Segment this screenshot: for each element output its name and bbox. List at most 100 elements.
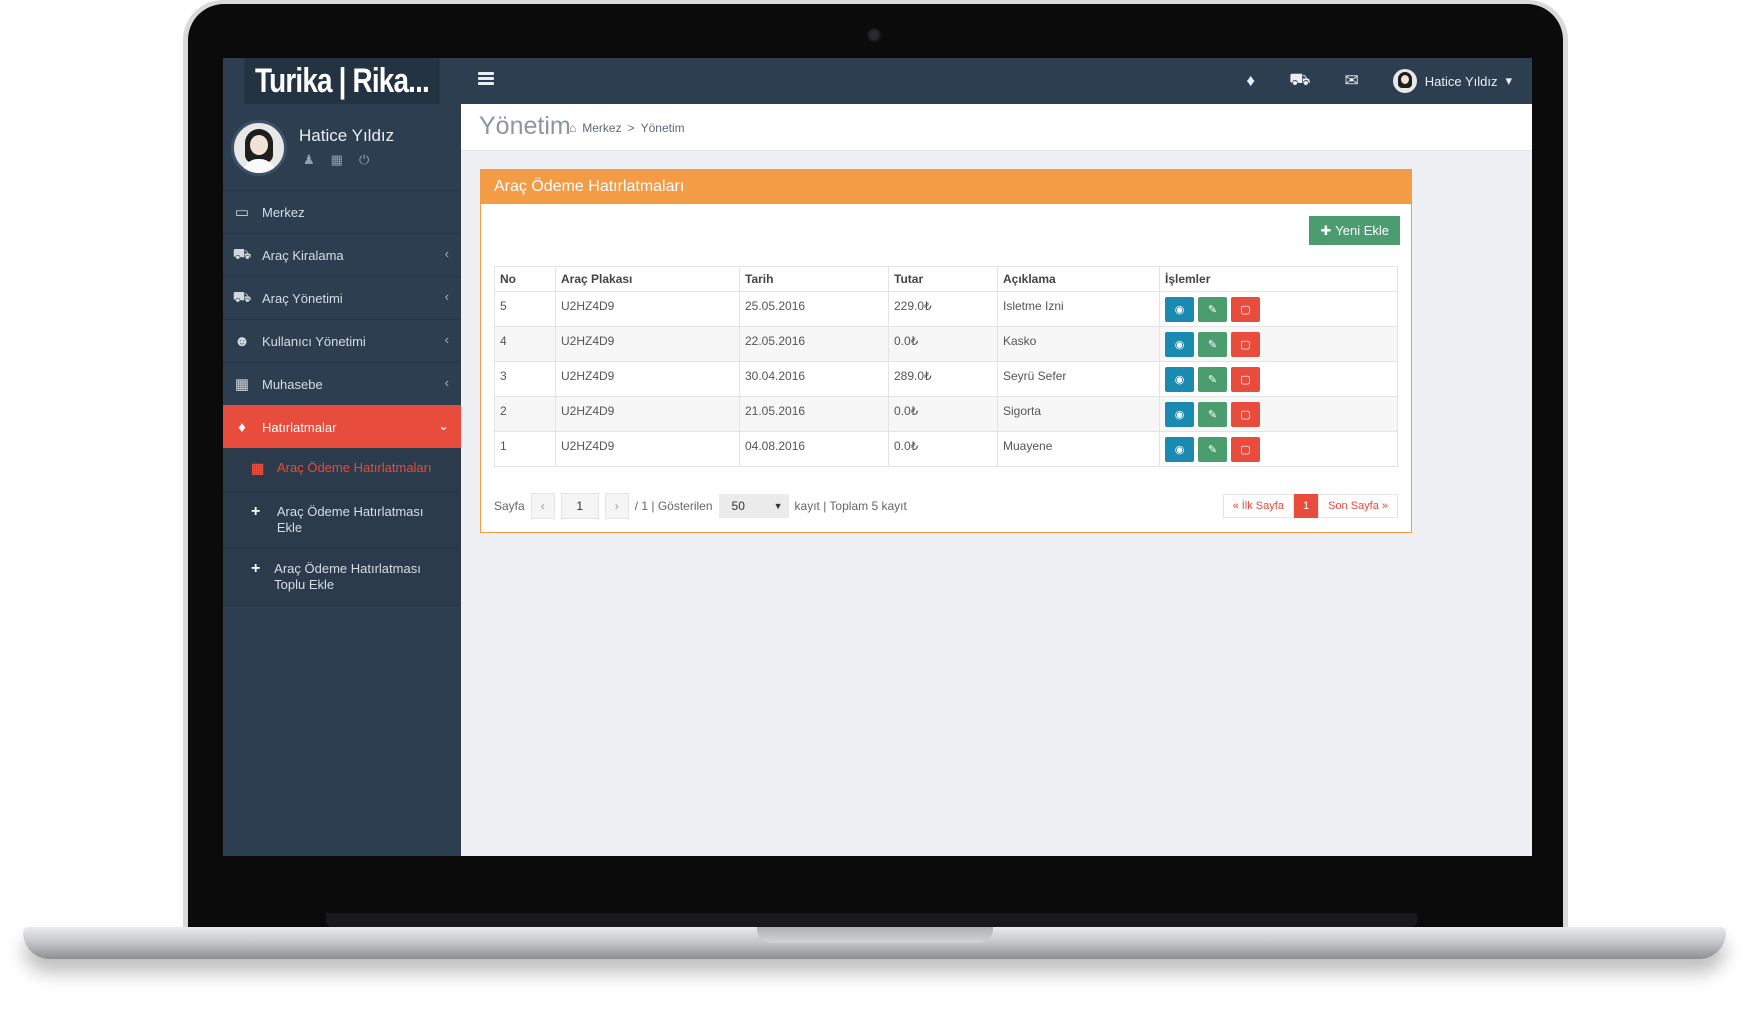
home-icon: ⌂ (569, 121, 577, 135)
cell-plate: U2HZ4D9 (555, 291, 740, 327)
table-row: 3 U2HZ4D9 30.04.2016 289.0₺ Seyrü Sefer … (494, 361, 1398, 397)
delete-button[interactable]: ▢ (1231, 297, 1260, 322)
column-header[interactable]: Tarih (739, 266, 889, 292)
view-button[interactable]: ◉ (1165, 437, 1194, 462)
delete-button[interactable]: ▢ (1231, 402, 1260, 427)
cell-plate: U2HZ4D9 (555, 326, 740, 362)
car-icon[interactable]: ⛟ (1289, 70, 1310, 92)
delete-button[interactable]: ▢ (1231, 332, 1260, 357)
column-header[interactable]: No (494, 266, 556, 292)
sidebar: Turika | Rika... Hatice Yıldız ♟ ▦ ⏻ ▭ M… (223, 58, 461, 856)
cell-description: Sigorta (997, 396, 1160, 432)
column-header[interactable]: Araç Plakası (555, 266, 740, 292)
add-new-button[interactable]: ✚ Yeni Ekle (1309, 216, 1400, 245)
first-page-link[interactable]: « İlk Sayfa (1222, 494, 1294, 518)
view-button[interactable]: ◉ (1165, 402, 1194, 427)
column-header[interactable]: Açıklama (997, 266, 1160, 292)
calendar-icon: ▦ (251, 460, 265, 476)
hamburger-menu-icon[interactable] (478, 72, 494, 86)
view-button[interactable]: ◉ (1165, 297, 1194, 322)
bell-icon: ♦ (238, 418, 246, 436)
edit-button[interactable]: ✎ (1198, 437, 1227, 462)
car-icon: ⛟ (232, 288, 252, 306)
chevron-left-icon: ‹ (444, 246, 449, 261)
users-icon: ☻ (234, 332, 250, 350)
panel-title: Araç Ödeme Hatırlatmaları (481, 170, 1411, 204)
prev-page-button[interactable]: ‹ (530, 493, 555, 519)
sidebar-item-merkez[interactable]: ▭ Merkez (223, 190, 461, 233)
submenu-item-odeme-hatirlatmalari[interactable]: ▦ Araç Ödeme Hatırlatmaları (223, 448, 461, 492)
topbar-actions: ♦ ⛟ ✉ Hatice Yıldız ▾ (1246, 58, 1512, 104)
sidebar-item-arac-kiralama[interactable]: ⛟ Araç Kiralama ‹ (223, 233, 461, 276)
page-size-select[interactable]: 50 ▼ (718, 494, 789, 518)
user-menu[interactable]: Hatice Yıldız ▾ (1392, 69, 1512, 93)
cell-description: Seyrü Sefer (997, 361, 1160, 397)
chevron-left-icon: ‹ (444, 332, 449, 347)
sidebar-item-label: Kullanıcı Yönetimi (262, 333, 366, 349)
pagination-info: Sayfa ‹ 1 › / 1 | Gösterilen 50 ▼ kayıt … (494, 493, 907, 519)
cell-date: 22.05.2016 (739, 326, 889, 362)
sidebar-item-muhasebe[interactable]: ▦ Muhasebe ‹ (223, 362, 461, 405)
delete-button[interactable]: ▢ (1231, 437, 1260, 462)
edit-button[interactable]: ✎ (1198, 402, 1227, 427)
user-icon[interactable]: ♟ (303, 152, 315, 168)
sidebar-item-kullanici-yonetimi[interactable]: ☻ Kullanıcı Yönetimi ‹ (223, 319, 461, 362)
edit-button[interactable]: ✎ (1198, 297, 1227, 322)
calendar-icon[interactable]: ▦ (331, 152, 343, 168)
table-row: 2 U2HZ4D9 21.05.2016 0.0₺ Sigorta ◉ ✎ ▢ (494, 396, 1398, 432)
sidebar-item-label: Muhasebe (262, 376, 323, 392)
submenu-item-hatirlatma-ekle[interactable]: + Araç Ödeme Hatırlatması Ekle (223, 492, 461, 549)
reminders-table: No Araç Plakası Tarih Tutar Açıklama İşl… (494, 266, 1398, 467)
cell-date: 25.05.2016 (739, 291, 889, 327)
chevron-left-icon: ‹ (444, 289, 449, 304)
page-label: Sayfa (494, 499, 525, 513)
delete-button[interactable]: ▢ (1231, 367, 1260, 392)
submenu-item-toplu-ekle[interactable]: + Araç Ödeme Hatırlatması Toplu Ekle (223, 549, 461, 606)
bell-icon[interactable]: ♦ (1246, 71, 1255, 91)
page-title: Yönetim (479, 112, 571, 140)
sidebar-menu: ▭ Merkez ⛟ Araç Kiralama ‹ ⛟ Araç Yöneti… (223, 190, 461, 448)
cell-amount: 0.0₺ (888, 431, 998, 467)
pagination-links: « İlk Sayfa 1 Son Sayfa » (1222, 494, 1398, 518)
column-header[interactable]: Tutar (888, 266, 998, 292)
edit-button[interactable]: ✎ (1198, 332, 1227, 357)
cell-description: Isletme Izni (997, 291, 1160, 327)
cell-no: 1 (494, 431, 556, 467)
page-number-input[interactable]: 1 (560, 493, 599, 519)
brand-logo[interactable]: Turika | Rika... (244, 58, 440, 104)
envelope-icon[interactable]: ✉ (1344, 71, 1358, 91)
avatar (1392, 69, 1417, 93)
cell-actions: ◉ ✎ ▢ (1159, 326, 1398, 362)
cell-date: 04.08.2016 (739, 431, 889, 467)
table-row: 1 U2HZ4D9 04.08.2016 0.0₺ Muayene ◉ ✎ ▢ (494, 431, 1398, 467)
avatar (231, 120, 287, 176)
caret-down-icon: ▾ (1505, 73, 1512, 88)
cell-description: Muayene (997, 431, 1160, 467)
last-page-link[interactable]: Son Sayfa » (1318, 494, 1398, 518)
laptop-hinge (326, 913, 1417, 927)
sidebar-item-arac-yonetimi[interactable]: ⛟ Araç Yönetimi ‹ (223, 276, 461, 319)
view-button[interactable]: ◉ (1165, 332, 1194, 357)
edit-button[interactable]: ✎ (1198, 367, 1227, 392)
current-page[interactable]: 1 (1293, 494, 1319, 518)
camera-icon (869, 30, 879, 40)
column-header: İşlemler (1159, 266, 1398, 292)
cell-actions: ◉ ✎ ▢ (1159, 291, 1398, 327)
view-button[interactable]: ◉ (1165, 367, 1194, 392)
reminders-panel: Araç Ödeme Hatırlatmaları ✚ Yeni Ekle No… (480, 169, 1412, 533)
app-screen: Turika | Rika... Hatice Yıldız ♟ ▦ ⏻ ▭ M… (223, 58, 1532, 856)
power-icon[interactable]: ⏻ (359, 152, 369, 168)
user-menu-name: Hatice Yıldız (1424, 73, 1498, 89)
next-page-button[interactable]: › (604, 493, 629, 519)
chevron-down-icon: ⌄ (438, 418, 449, 433)
user-profile: Hatice Yıldız ♟ ▦ ⏻ (223, 104, 461, 190)
breadcrumb-item[interactable]: Merkez (582, 121, 621, 135)
monitor-icon: ▭ (234, 204, 250, 221)
cell-date: 30.04.2016 (739, 361, 889, 397)
add-new-label: Yeni Ekle (1335, 223, 1389, 238)
cell-amount: 289.0₺ (888, 361, 998, 397)
plus-icon: + (251, 503, 261, 520)
submenu-item-label: Araç Ödeme Hatırlatması Ekle (276, 504, 424, 535)
table-row: 5 U2HZ4D9 25.05.2016 229.0₺ Isletme Izni… (494, 291, 1398, 327)
sidebar-item-hatirlatmalar[interactable]: ♦ Hatırlatmalar ⌄ (223, 405, 461, 448)
